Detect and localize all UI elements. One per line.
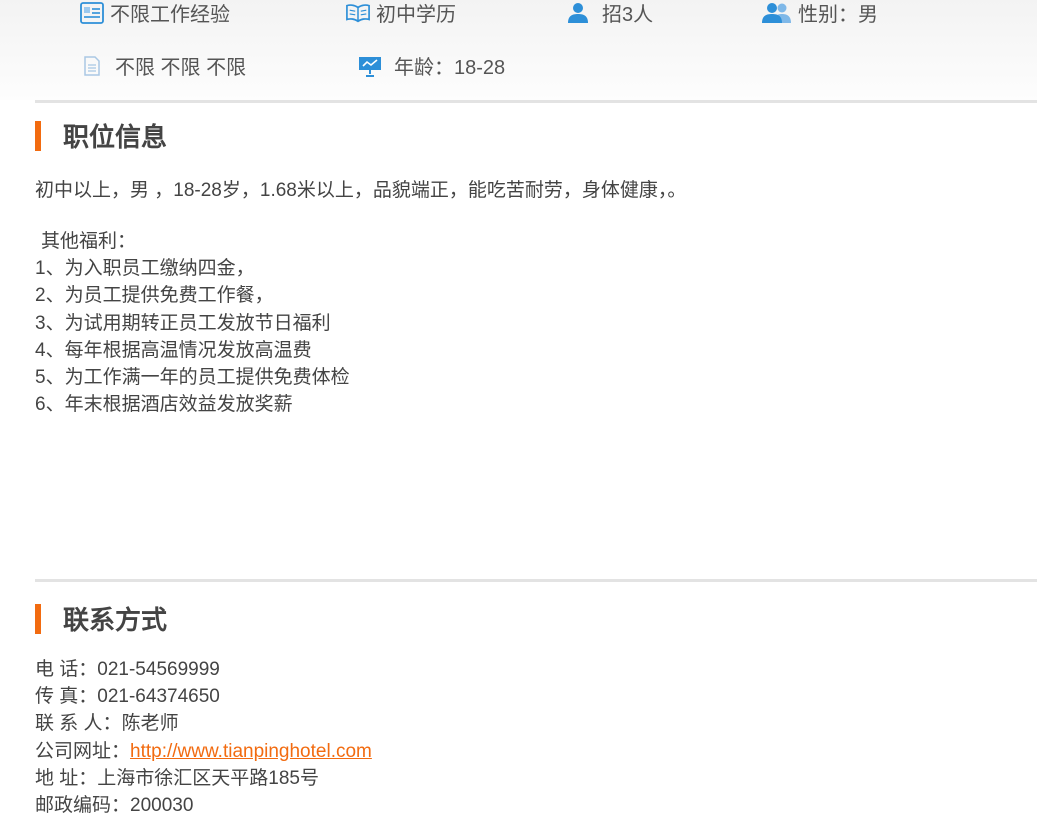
person-label: 联 系 人： bbox=[35, 713, 122, 735]
contact-fax: 传 真：021-64374650 bbox=[35, 683, 372, 710]
contact-heading: 联系方式 bbox=[63, 605, 168, 635]
accent-bar bbox=[35, 603, 41, 634]
fax-value: 021-64374650 bbox=[97, 686, 220, 708]
website-label: 公司网址： bbox=[35, 740, 131, 762]
attr-headcount: 招3人 bbox=[566, 0, 653, 27]
attr-headcount-label: 招3人 bbox=[602, 4, 654, 26]
people-icon bbox=[762, 1, 792, 25]
position-info-heading: 职位信息 bbox=[63, 122, 168, 152]
attr-misc-label: 不限 不限 不限 bbox=[115, 57, 247, 79]
list-item: 5、为工作满一年的员工提供免费体检 bbox=[35, 367, 350, 389]
postcode-label: 邮政编码： bbox=[35, 795, 131, 817]
attr-gender: 性别：男 bbox=[762, 0, 878, 27]
attr-experience: 不限工作经验 bbox=[80, 0, 230, 27]
attr-gender-label: 性别：男 bbox=[798, 4, 878, 26]
attr-experience-label: 不限工作经验 bbox=[110, 4, 230, 26]
attr-education: 初中学历 bbox=[346, 0, 456, 27]
attr-education-label: 初中学历 bbox=[376, 4, 456, 26]
contact-address: 地 址：上海市徐汇区天平路185号 bbox=[35, 765, 372, 792]
attr-age: 年龄：18-28 bbox=[358, 51, 505, 80]
presentation-board-icon bbox=[358, 54, 382, 78]
person-icon bbox=[566, 1, 590, 25]
list-item: 2、为员工提供免费工作餐， bbox=[35, 285, 274, 307]
person-value: 陈老师 bbox=[121, 713, 179, 735]
attr-age-label: 年龄：18-28 bbox=[394, 57, 506, 79]
contact-person: 联 系 人：陈老师 bbox=[35, 710, 372, 737]
benefits-list: 其他福利： 1、为入职员工缴纳四金， 2、为员工提供免费工作餐， 3、为试用期转… bbox=[35, 228, 350, 418]
contact-postcode: 邮政编码：200030 bbox=[35, 792, 372, 819]
contact-phone: 电 话：021-54569999 bbox=[35, 656, 372, 683]
contact-info: 电 话：021-54569999 传 真：021-64374650 联 系 人：… bbox=[35, 656, 372, 819]
list-item: 6、年末根据酒店效益发放奖薪 bbox=[35, 394, 293, 416]
divider bbox=[35, 100, 1037, 103]
benefits-heading: 其他福利： bbox=[41, 231, 137, 252]
phone-label: 电 话： bbox=[35, 659, 98, 680]
attr-misc: 不限 不限 不限 bbox=[80, 51, 246, 80]
fax-label: 传 真： bbox=[35, 686, 98, 708]
book-icon bbox=[346, 1, 370, 25]
website-link[interactable]: http://www.tianpinghotel.com bbox=[130, 741, 372, 762]
address-label: 地 址： bbox=[35, 767, 98, 789]
list-item: 3、为试用期转正员工发放节日福利 bbox=[35, 312, 331, 334]
accent-bar bbox=[35, 120, 41, 151]
resume-icon bbox=[80, 1, 104, 25]
postcode-value: 200030 bbox=[130, 795, 194, 817]
job-description: 初中以上，男 ，18-28岁，1.68米以上，品貌端正，能吃苦耐劳，身体健康，。 bbox=[35, 180, 687, 201]
phone-value: 021-54569999 bbox=[97, 659, 220, 680]
list-item: 1、为入职员工缴纳四金， bbox=[35, 258, 255, 280]
section-title-position-info: 职位信息 bbox=[35, 117, 167, 154]
document-icon bbox=[80, 54, 104, 78]
section-title-contact: 联系方式 bbox=[35, 600, 167, 637]
divider bbox=[35, 579, 1037, 582]
address-value: 上海市徐汇区天平路185号 bbox=[97, 767, 319, 789]
list-item: 4、每年根据高温情况发放高温费 bbox=[35, 339, 312, 361]
contact-website: 公司网址：http://www.tianpinghotel.com bbox=[35, 738, 372, 765]
